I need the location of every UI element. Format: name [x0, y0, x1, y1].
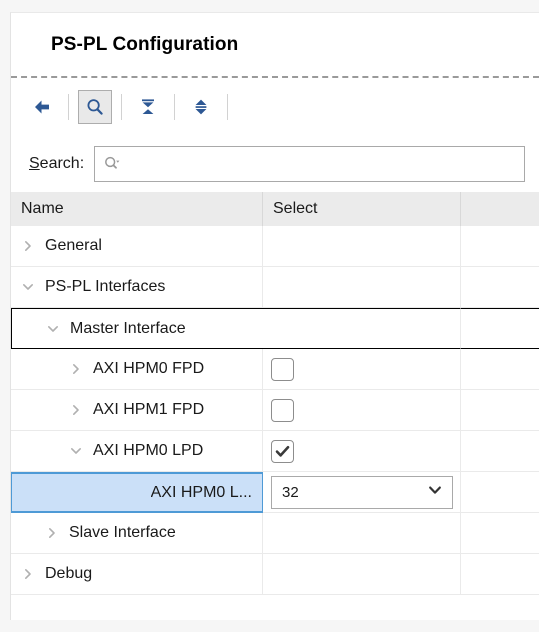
- checkbox-checked[interactable]: [271, 439, 294, 463]
- cell-name[interactable]: AXI HPM1 FPD: [11, 390, 263, 430]
- cell-extra: [461, 349, 539, 389]
- width-combobox[interactable]: 32: [271, 475, 453, 509]
- app-root: PS-PL Configuration Search: Name Select …: [0, 0, 539, 632]
- table-header-row: Name Select: [11, 192, 539, 226]
- tree-node-label: Slave Interface: [69, 524, 176, 541]
- search-icon: [87, 99, 103, 115]
- combobox-value: 32: [282, 483, 299, 501]
- toolbar: [11, 78, 539, 136]
- chevron-down-icon[interactable]: [65, 444, 87, 458]
- chevron-down-icon[interactable]: [427, 482, 443, 503]
- cell-select: [263, 390, 461, 430]
- cell-select: [263, 513, 461, 553]
- expand-all-icon: [195, 99, 207, 115]
- table-row[interactable]: Slave Interface: [11, 513, 539, 554]
- checkbox-unchecked[interactable]: [271, 357, 294, 381]
- checkmark-icon: [275, 445, 290, 457]
- column-header-name[interactable]: Name: [11, 192, 263, 226]
- chevron-down-icon[interactable]: [17, 280, 39, 294]
- cell-name[interactable]: Debug: [11, 554, 263, 594]
- ps-pl-configuration-panel: PS-PL Configuration Search: Name Select …: [10, 12, 539, 620]
- tree-node-label: AXI HPM1 FPD: [93, 401, 205, 418]
- tree-node-label: PS-PL Interfaces: [45, 278, 166, 295]
- cell-select: [263, 431, 461, 471]
- table-bottom-filler: [11, 595, 539, 615]
- cell-select: [263, 308, 461, 349]
- search-toggle[interactable]: [78, 90, 112, 124]
- table-row[interactable]: Debug: [11, 554, 539, 595]
- tree-node-label: Master Interface: [70, 319, 186, 337]
- tree-node-label: AXI HPM0 FPD: [93, 360, 205, 377]
- tree-node-label: Debug: [45, 565, 93, 582]
- cell-extra: [461, 267, 539, 307]
- table-row[interactable]: AXI HPM0 LPD: [11, 431, 539, 472]
- search-label: Search:: [29, 155, 84, 173]
- search-input[interactable]: [121, 147, 524, 181]
- table-row[interactable]: General: [11, 226, 539, 267]
- collapse-all-button[interactable]: [131, 90, 165, 124]
- search-label-rest: earch:: [39, 155, 85, 172]
- table-body: General PS-PL Interfaces Master Interface A…: [11, 226, 539, 595]
- configuration-tree-table: Name Select General PS-PL Interfaces Maste…: [11, 192, 539, 615]
- cell-select: [263, 349, 461, 389]
- cell-name[interactable]: Master Interface: [11, 308, 263, 349]
- expand-all-button[interactable]: [184, 90, 218, 124]
- collapse-all-icon: [142, 99, 154, 114]
- cell-select: [263, 267, 461, 307]
- chevron-right-icon[interactable]: [65, 403, 87, 417]
- search-label-mnemonic: S: [29, 155, 40, 172]
- cell-extra: [461, 554, 539, 594]
- cell-name[interactable]: General: [11, 226, 263, 266]
- back-button[interactable]: [25, 90, 59, 124]
- table-row[interactable]: AXI HPM0 FPD: [11, 349, 539, 390]
- cell-extra: [461, 226, 539, 266]
- cell-extra: [461, 472, 539, 513]
- cell-name[interactable]: AXI HPM0 LPD: [11, 431, 263, 471]
- cell-extra: [461, 431, 539, 471]
- cell-select: [263, 226, 461, 266]
- search-field[interactable]: [94, 146, 525, 182]
- cell-select: 32: [263, 472, 461, 513]
- toolbar-separator-3: [174, 94, 175, 120]
- chevron-right-icon[interactable]: [17, 567, 39, 581]
- toolbar-separator-4: [227, 94, 228, 120]
- table-row[interactable]: Master Interface: [11, 308, 539, 349]
- table-row[interactable]: PS-PL Interfaces: [11, 267, 539, 308]
- cell-extra: [461, 308, 539, 349]
- tree-node-label: General: [45, 237, 102, 254]
- cell-extra: [461, 390, 539, 430]
- table-row[interactable]: AXI HPM1 FPD: [11, 390, 539, 431]
- chevron-right-icon[interactable]: [65, 362, 87, 376]
- panel-title-bar: PS-PL Configuration: [11, 13, 539, 76]
- cell-name[interactable]: Slave Interface: [11, 513, 263, 553]
- chevron-right-icon[interactable]: [17, 239, 39, 253]
- cell-select: [263, 554, 461, 594]
- chevron-right-icon[interactable]: [41, 526, 63, 540]
- cell-name[interactable]: AXI HPM0 L...: [11, 472, 263, 513]
- back-arrow-icon: [35, 100, 49, 114]
- tree-node-label: AXI HPM0 L...: [150, 483, 252, 501]
- search-row: Search:: [11, 136, 539, 192]
- page-title: PS-PL Configuration: [51, 33, 239, 55]
- cell-name[interactable]: AXI HPM0 FPD: [11, 349, 263, 389]
- chevron-down-icon[interactable]: [42, 322, 64, 336]
- checkbox-unchecked[interactable]: [271, 398, 294, 422]
- cell-extra: [461, 513, 539, 553]
- toolbar-separator-2: [121, 94, 122, 120]
- search-dropdown-icon[interactable]: [103, 155, 121, 173]
- table-row[interactable]: AXI HPM0 L... 32: [11, 472, 539, 513]
- cell-name[interactable]: PS-PL Interfaces: [11, 267, 263, 307]
- tree-node-label: AXI HPM0 LPD: [93, 442, 204, 459]
- column-header-extra: [461, 192, 539, 226]
- column-header-select[interactable]: Select: [263, 192, 461, 226]
- toolbar-separator-1: [68, 94, 69, 120]
